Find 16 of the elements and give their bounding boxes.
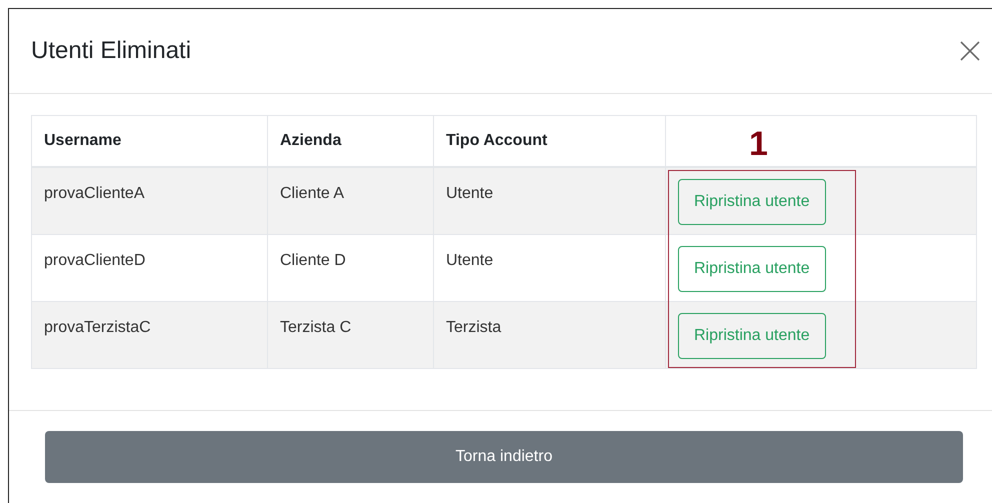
table-cell: provaClienteD (32, 234, 268, 301)
table-cell: Utente (434, 167, 666, 234)
table-cell: Terzista C (268, 301, 434, 368)
annotation-number: 1 (749, 127, 768, 161)
table-cell: provaTerzistaC (32, 301, 268, 368)
table-cell: Cliente A (268, 167, 434, 234)
close-icon[interactable] (960, 41, 980, 61)
restore-user-button[interactable]: Ripristina utente (678, 246, 826, 292)
back-button[interactable]: Torna indietro (45, 431, 963, 483)
table-cell: Terzista (434, 301, 666, 368)
table-cell: provaClienteA (32, 167, 268, 234)
table-cell: Cliente D (268, 234, 434, 301)
restore-user-button[interactable]: Ripristina utente (678, 179, 826, 225)
table-cell: Utente (434, 234, 666, 301)
restore-user-button[interactable]: Ripristina utente (678, 312, 826, 358)
dialog-title: Utenti Eliminati (31, 37, 192, 65)
